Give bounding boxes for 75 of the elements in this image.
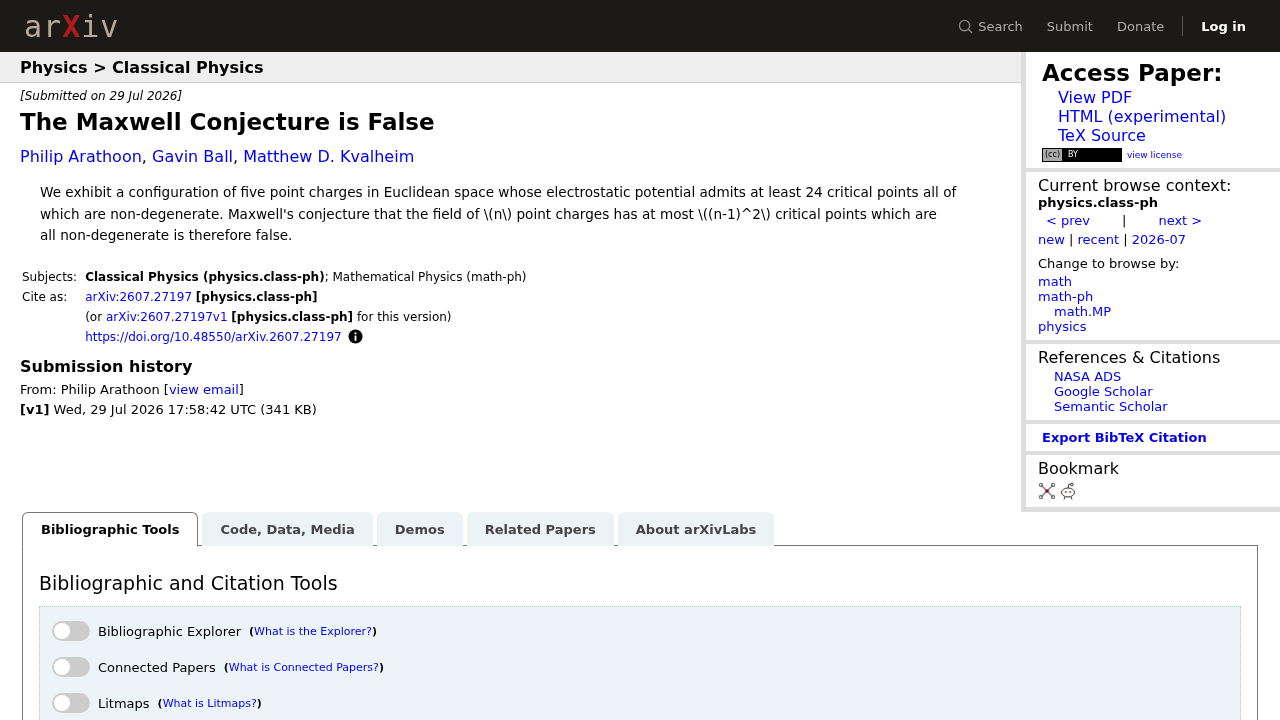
search-button[interactable]: Search [946,18,1035,34]
help-link[interactable]: What is Connected Papers? [228,660,379,674]
author-link[interactable]: Matthew D. Kvalheim [243,147,415,166]
prev-link[interactable]: < prev [1046,210,1091,232]
category-link[interactable]: math.MP [1054,304,1112,319]
abstract: We exhibit a configuration of five point charges in Euclidean space whose electrostatic potential admits at least 24 critical points all of which are non-degenerate. Maxwell's conjecture that the field of \(n\) point charges has at most \((n-1)^2\) critical points which are all non-degenerate is therefore false. [40,183,957,245]
tool-label: Connected Papers [98,659,216,675]
reference-link[interactable]: Semantic Scholar [1054,399,1168,414]
toggle-switch[interactable] [52,693,90,713]
category-label: physics.class-ph [1038,195,1158,210]
tab[interactable]: Related Papers [466,512,614,546]
format-link[interactable]: View PDF [1058,88,1133,107]
subjects-text: Classical Physics (physics.class-ph); Mathematical Physics (math-ph) [85,269,527,284]
author-link[interactable]: Gavin Ball [152,147,233,166]
reference-link[interactable]: NASA ADS [1054,369,1168,384]
meta-label: Cite as: [22,288,69,306]
separator: , [233,147,240,166]
arxiv-logo[interactable]: arXiv [24,8,120,44]
alien-icon[interactable] [1059,482,1077,500]
tool-label: Litmaps [98,695,150,711]
arxiv-id-link[interactable]: arXiv:2607.27197 [85,289,192,304]
version-entry: [v1] Wed, 29 Jul 2026 17:58:42 UTC (341 KB) [20,400,318,419]
nav-link[interactable]: Donate [1104,18,1177,34]
tool-help-text: (What is the Explorer?) [249,624,377,638]
format-link[interactable]: HTML (experimental) [1058,107,1227,126]
separator: | [1122,232,1129,247]
tab[interactable]: Bibliographic Tools [22,512,199,547]
reference-link[interactable]: Google Scholar [1054,384,1168,399]
separator: , [141,147,148,166]
nav-link[interactable]: Log in [1183,18,1256,34]
dateline: [Submitted on 29 Jul 2026] [20,89,184,103]
tab[interactable]: About arXivLabs [617,512,775,546]
breadcrumb: Physics > Classical Physics [20,57,264,77]
nav-link[interactable]: Submit [1034,18,1105,34]
doi-link[interactable]: https://doi.org/10.48550/arXiv.2607.27197 [85,326,342,347]
section-heading: Submission history [20,356,194,376]
help-link[interactable]: What is Litmaps? [162,696,257,710]
listing-link[interactable]: 2026-07 [1131,232,1187,247]
export-link[interactable]: Export BibTeX Citation [1042,430,1207,445]
listing-link[interactable]: recent [1077,232,1120,247]
search-icon [958,18,974,34]
arxiv-id-link[interactable]: arXiv:2607.27197v1 [105,309,228,324]
author-link[interactable]: Philip Arathoon [20,147,142,166]
tool-label: Bibliographic Explorer [98,623,242,639]
sidebar-heading: References & Citations [1038,348,1221,367]
separator: | [1068,232,1075,247]
toggle-switch[interactable] [52,621,90,641]
panel-heading: Bibliographic and Citation Tools [39,572,339,594]
tab[interactable]: Demos [376,512,463,546]
license-link[interactable]: view license [1127,150,1182,160]
format-link[interactable]: TeX Source [1058,126,1146,145]
submitter-text: From: Philip Arathoon [view email] [20,380,245,399]
sidebar-heading: Bookmark [1038,459,1120,478]
category-link[interactable]: math-ph [1038,289,1112,304]
listing-link[interactable]: new [1038,232,1065,247]
network-icon[interactable] [1038,482,1056,500]
email-link[interactable]: view email [168,381,239,397]
paper-title: The Maxwell Conjecture is False [20,109,436,135]
toggle-switch[interactable] [52,657,90,677]
sidebar-heading: Access Paper: [1042,60,1223,86]
category-link[interactable]: math [1038,274,1112,289]
tool-help-text: (What is Litmaps?) [157,696,262,710]
browse-label: Change to browse by: [1038,255,1180,273]
citation-text: arXiv:2607.27197 [physics.class-ph] [85,289,318,304]
separator: | [1122,212,1127,230]
info-icon[interactable] [347,329,363,344]
meta-label: Subjects: [22,268,79,286]
tool-help-text: (What is Connected Papers?) [223,660,384,674]
next-link[interactable]: next > [1158,210,1203,232]
version-citation-text: (or arXiv:2607.27197v1 [physics.class-ph] for this version) [85,309,452,324]
tab[interactable]: Code, Data, Media [202,512,373,546]
sidebar-heading: Current browse context: [1038,176,1232,195]
category-link[interactable]: physics [1038,319,1112,334]
license-badge[interactable]: (cc) BY [1042,148,1122,162]
help-link[interactable]: What is the Explorer? [254,624,372,638]
